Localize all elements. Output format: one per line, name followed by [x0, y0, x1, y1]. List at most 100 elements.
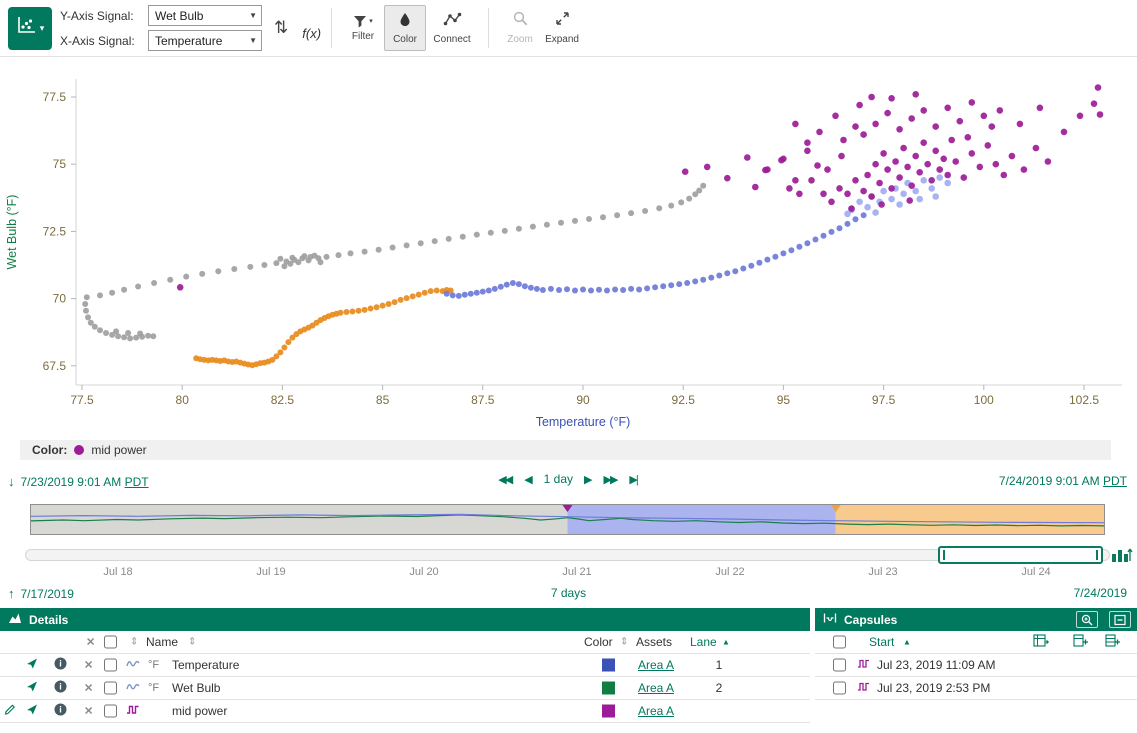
navigate-icon[interactable] [26, 681, 38, 696]
row-checkbox[interactable] [104, 659, 117, 672]
date-tick-label: Jul 22 [715, 566, 744, 578]
remove-icon[interactable]: ✕ [84, 659, 93, 672]
connect-button[interactable]: Connect [426, 5, 478, 51]
asset-link[interactable]: Area A [638, 681, 674, 695]
y-axis-title: Wet Bulb (°F) [5, 195, 19, 270]
table-row: i ✕ °F Temperature Area A 1 [0, 654, 810, 677]
add-statistic-icon[interactable] [1105, 634, 1120, 650]
column-header-assets[interactable]: Assets [636, 635, 672, 649]
x-axis-signal-value: Temperature [155, 34, 222, 48]
axis-controls: Y-Axis Signal: Wet Bulb ▼ X-Axis Signal:… [60, 5, 262, 51]
sort-icon[interactable]: ⇕ [130, 637, 138, 648]
legend-dot [74, 445, 84, 455]
remove-icon[interactable]: ✕ [84, 682, 93, 695]
color-swatch[interactable] [602, 659, 615, 672]
item-name: Temperature [172, 658, 239, 672]
select-caret-icon: ▼ [249, 11, 257, 20]
export-table-icon[interactable] [1033, 634, 1049, 650]
investigate-range-start[interactable]: 7/17/2019 [21, 587, 74, 601]
scatter-plot-icon [16, 16, 37, 40]
info-icon[interactable]: i [54, 703, 67, 719]
color-swatch[interactable] [602, 705, 615, 718]
svg-text:i: i [59, 682, 62, 692]
swap-axes-button[interactable]: ⇅ [274, 18, 288, 38]
x-tick-label: 100 [974, 393, 994, 407]
signal-icon [126, 681, 140, 695]
select-caret-icon: ▼ [249, 36, 257, 45]
timebar[interactable] [30, 504, 1105, 535]
display-range-end-tz: PDT [1103, 474, 1127, 488]
svg-text:i: i [59, 705, 62, 715]
display-range-bar: ↓ 7/23/2019 9:01 AM PDT ◀◀ ◀ 1 day ▶ ▶▶ … [0, 469, 1137, 495]
column-header-start[interactable]: Start [869, 635, 894, 649]
remove-all-icon[interactable]: ✕ [86, 636, 95, 649]
capsule-checkbox[interactable] [833, 682, 846, 695]
column-header-lane[interactable]: Lane [690, 635, 717, 649]
x-axis-title: Temperature (°F) [536, 415, 631, 429]
x-tick-label: 102.5 [1069, 393, 1099, 407]
capsules-column-header: Start ▲ [815, 631, 1137, 654]
scatter-plot[interactable]: 67.57072.57577.577.58082.58587.59092.595… [0, 57, 1137, 437]
add-column-icon[interactable] [1073, 634, 1088, 650]
range-up-arrow-icon: ↑ [8, 586, 15, 601]
table-row: i ✕ °F Wet Bulb Area A 2 [0, 677, 810, 700]
step-back-fast-button[interactable]: ◀◀ [498, 473, 513, 486]
sort-icon[interactable]: ⇕ [188, 637, 196, 648]
navigate-icon[interactable] [26, 658, 38, 673]
timebar-scroll-handle[interactable] [938, 546, 1103, 564]
capsules-panel: Capsules Start ▲ Jul 23, 2019 11:09 AM [815, 608, 1137, 733]
y-tick-label: 70 [53, 292, 67, 306]
row-checkbox[interactable] [104, 682, 117, 695]
x-axis-signal-select[interactable]: Temperature ▼ [148, 30, 262, 51]
capsule-row: Jul 23, 2019 2:53 PM [815, 677, 1137, 700]
step-size-label[interactable]: 1 day [544, 472, 573, 486]
legend-value: mid power [91, 443, 146, 457]
y-axis-signal-select[interactable]: Wet Bulb ▼ [148, 5, 262, 26]
select-all-capsules-checkbox[interactable] [833, 636, 846, 649]
series-capsule-blue-light [844, 174, 951, 217]
sort-icon[interactable]: ⇕ [620, 637, 628, 648]
capsule-start-value: Jul 23, 2019 11:09 AM [877, 658, 996, 672]
color-button[interactable]: Color [384, 5, 426, 51]
collapse-panel-button[interactable] [1109, 611, 1131, 628]
date-tick-label: Jul 24 [1021, 566, 1050, 578]
asset-link[interactable]: Area A [638, 704, 674, 718]
step-forward-button[interactable]: ▶ [584, 473, 592, 486]
y-tick-label: 75 [53, 157, 67, 171]
timebar-region [836, 505, 1104, 534]
investigate-range-end[interactable]: 7/24/2019 [1074, 586, 1127, 600]
color-swatch[interactable] [602, 682, 615, 695]
asset-link[interactable]: Area A [638, 658, 674, 672]
expand-button[interactable]: Expand [541, 5, 583, 51]
column-header-color[interactable]: Color [584, 635, 613, 649]
info-icon[interactable]: i [54, 680, 67, 696]
color-legend: Color: mid power [20, 440, 1111, 460]
display-range-start[interactable]: 7/23/2019 9:01 AM PDT [21, 475, 149, 489]
investigate-range-duration[interactable]: 7 days [551, 586, 586, 600]
navigate-icon[interactable] [26, 704, 38, 719]
display-range-end[interactable]: 7/24/2019 9:01 AM PDT [999, 474, 1127, 488]
capsules-panel-title: Capsules [844, 613, 897, 627]
x-axis-signal-label: X-Axis Signal: [60, 34, 142, 48]
zoom-to-capsule-button[interactable] [1076, 611, 1098, 628]
edit-icon[interactable] [4, 704, 16, 719]
toolbar-divider [331, 8, 332, 48]
fx-button[interactable]: f(x) [302, 16, 321, 41]
zoom-button: Zoom [499, 5, 541, 51]
info-icon[interactable]: i [54, 657, 67, 673]
step-forward-fast-button[interactable]: ▶▶ [603, 473, 618, 486]
lane-value: 2 [706, 681, 732, 695]
row-checkbox[interactable] [104, 705, 117, 718]
select-all-checkbox[interactable] [104, 636, 117, 649]
capsule-checkbox[interactable] [833, 659, 846, 672]
color-label: Color [393, 35, 417, 45]
column-header-name[interactable]: Name [146, 635, 178, 649]
toolbar: ▾ Y-Axis Signal: Wet Bulb ▼ X-Axis Signa… [0, 0, 1137, 57]
timebar-auto-zoom-icon[interactable] [1111, 547, 1133, 568]
remove-icon[interactable]: ✕ [84, 705, 93, 718]
expand-icon [555, 11, 570, 31]
filter-button[interactable]: ▾ Filter [342, 5, 384, 51]
step-back-button[interactable]: ◀ [524, 473, 532, 486]
step-to-end-button[interactable]: ▶| [629, 473, 638, 486]
view-selector-button[interactable]: ▾ [8, 7, 52, 50]
